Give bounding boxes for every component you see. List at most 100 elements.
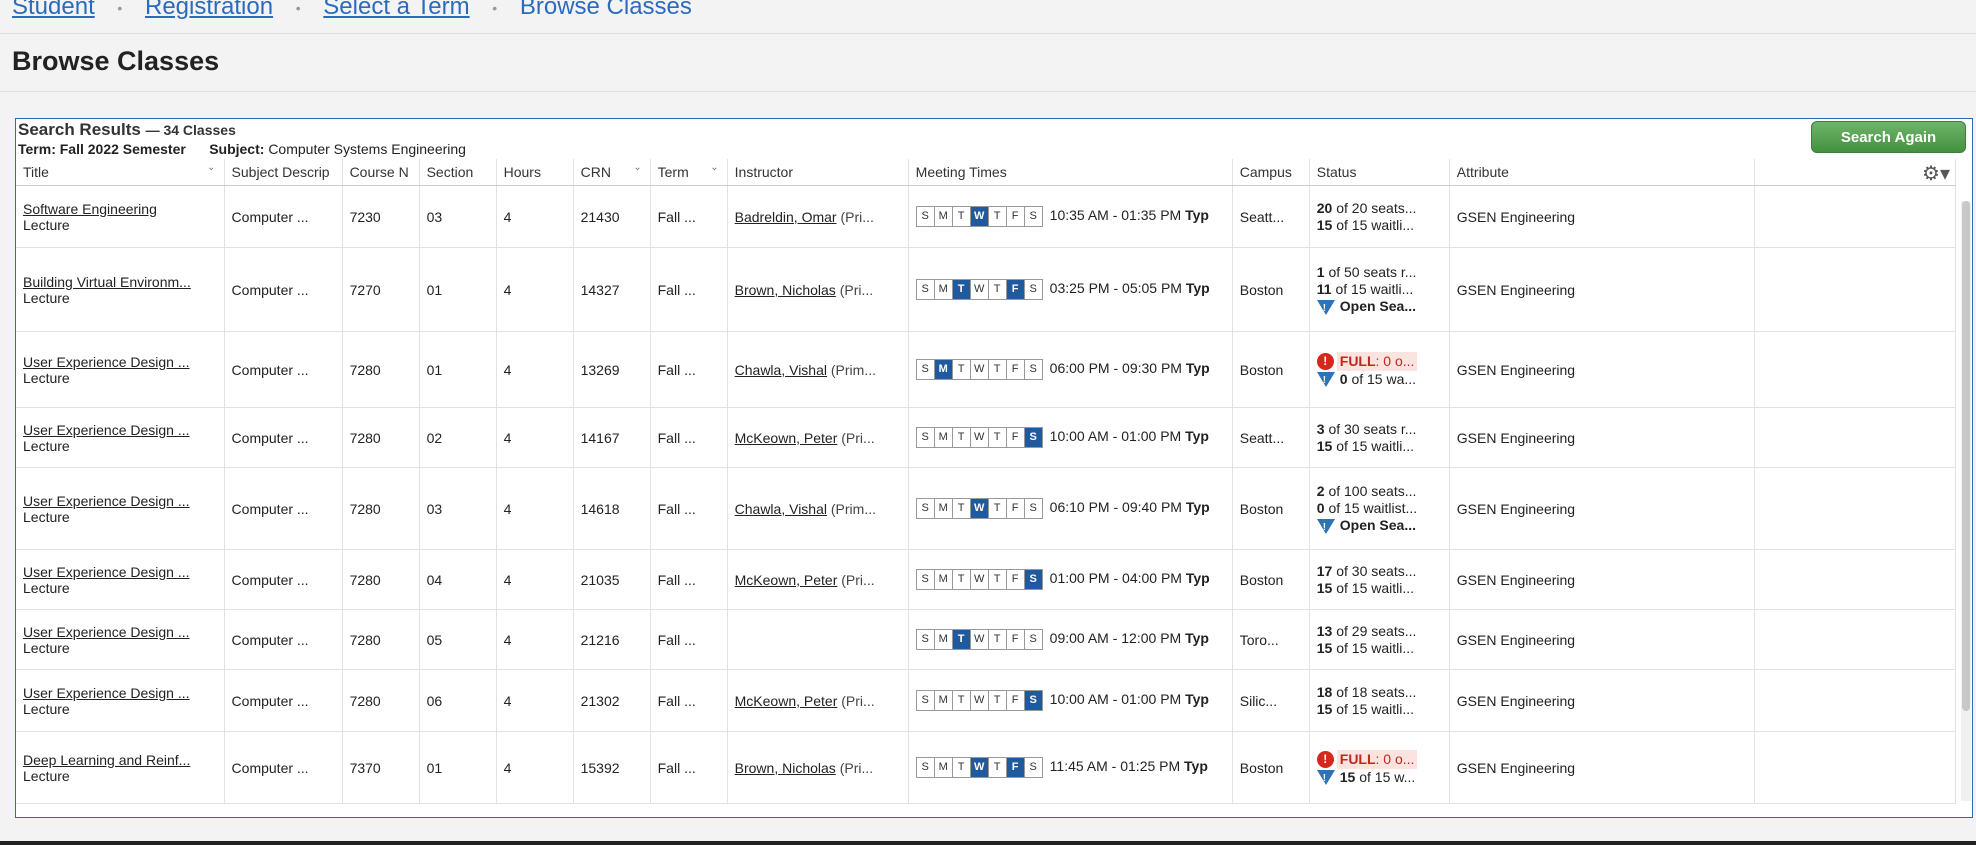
- cell-subject: Computer ...: [224, 609, 343, 670]
- cell-status: ! FULL: 0 o...! 0 of 15 wa...: [1309, 331, 1450, 408]
- day-0: S: [917, 691, 935, 710]
- day-3: W: [971, 280, 989, 299]
- column-header-crn[interactable]: CRN ⌄: [573, 159, 651, 186]
- meeting-days: SMTWTFS: [915, 427, 1043, 448]
- sort-icon[interactable]: ⌄: [633, 162, 641, 173]
- cell-crn: 14327: [573, 247, 651, 332]
- day-6: S: [1029, 283, 1037, 295]
- column-header-subject-descrip[interactable]: Subject Descrip: [224, 159, 343, 186]
- breadcrumb-registration[interactable]: Registration: [145, 0, 273, 20]
- column-header-term[interactable]: Term ⌄: [650, 159, 728, 186]
- cell-term: Fall ...: [650, 549, 728, 610]
- instructor-link[interactable]: Chawla, Vishal: [735, 501, 827, 517]
- cell-attribute: GSEN Engineering: [1449, 407, 1755, 468]
- scrollbar-thumb[interactable]: [1962, 201, 1970, 711]
- day-3: W: [971, 570, 989, 589]
- breadcrumb-separator: •: [117, 0, 123, 16]
- cell-subject: Computer ...: [224, 669, 343, 732]
- column-header-meeting-times[interactable]: Meeting Times: [908, 159, 1233, 186]
- schedule-type: Lecture: [23, 639, 70, 656]
- subject-label: Subject:: [209, 141, 265, 157]
- cell-attribute: GSEN Engineering: [1449, 185, 1755, 248]
- column-header-course-n[interactable]: Course N: [342, 159, 420, 186]
- cell-instructor: Badreldin, Omar (Pri...: [727, 185, 909, 248]
- instructor-role: (Pri...: [839, 759, 874, 776]
- cell-attribute: GSEN Engineering: [1449, 731, 1755, 804]
- instructor-link[interactable]: Brown, Nicholas: [735, 282, 836, 298]
- cell-section: 06: [419, 669, 497, 732]
- table-row: Deep Learning and Reinf... Lecture Comput…: [16, 731, 1957, 804]
- day-1: M: [935, 691, 953, 710]
- breadcrumb-student[interactable]: Student: [12, 0, 95, 20]
- day-4: T: [989, 499, 1007, 518]
- waitlist-icon: !: [1316, 372, 1335, 388]
- cell-attribute: GSEN Engineering: [1449, 549, 1755, 610]
- schedule-type: Lecture: [23, 216, 70, 233]
- day-3: W: [970, 758, 989, 777]
- column-header-status[interactable]: Status: [1309, 159, 1450, 186]
- cell-crn: 13269: [573, 331, 651, 408]
- meeting-days: SMTWTFS: [915, 206, 1043, 227]
- instructor-link[interactable]: Chawla, Vishal: [735, 362, 827, 378]
- course-title-link[interactable]: User Experience Design ...: [23, 564, 217, 580]
- breadcrumb: Student • Registration • Select a Term •…: [12, 0, 692, 29]
- cell-filler: [1754, 609, 1957, 670]
- course-title-link[interactable]: Software Engineering: [23, 201, 217, 217]
- status-waitlist: 0 of 15 waitlist...: [1316, 500, 1418, 516]
- day-2: T: [952, 630, 971, 649]
- day-3: W: [971, 360, 989, 379]
- status-seats: 2 of 100 seats...: [1316, 483, 1417, 499]
- instructor-link[interactable]: Brown, Nicholas: [735, 760, 836, 776]
- course-title-link[interactable]: User Experience Design ...: [23, 685, 217, 701]
- cell-campus: Boston: [1232, 467, 1310, 550]
- day-4: T: [989, 280, 1007, 299]
- search-again-button[interactable]: Search Again: [1811, 121, 1966, 153]
- cell-status: 1 of 50 seats r... 11 of 15 waitli...! Ope…: [1309, 247, 1450, 332]
- course-title-link[interactable]: User Experience Design ...: [23, 624, 217, 640]
- cell-campus: Seatt...: [1232, 185, 1310, 248]
- column-header-hours[interactable]: Hours: [496, 159, 574, 186]
- cell-instructor: Chawla, Vishal (Prim...: [727, 331, 909, 408]
- column-header-instructor[interactable]: Instructor: [727, 159, 909, 186]
- cell-campus: Boston: [1232, 549, 1310, 610]
- cell-filler: [1754, 185, 1957, 248]
- status-seats: 13 of 29 seats...: [1316, 622, 1417, 639]
- course-title-link[interactable]: User Experience Design ...: [23, 422, 217, 438]
- column-header-title[interactable]: Title ⌄: [16, 159, 225, 186]
- instructor-link[interactable]: McKeown, Peter: [735, 693, 838, 709]
- column-header-campus[interactable]: Campus: [1232, 159, 1310, 186]
- day-6: S: [1024, 570, 1042, 589]
- instructor-link[interactable]: McKeown, Peter: [735, 572, 838, 588]
- course-title-link[interactable]: User Experience Design ...: [23, 354, 217, 370]
- day-2: T: [952, 280, 971, 299]
- instructor-link[interactable]: Badreldin, Omar: [735, 209, 837, 225]
- day-1: M: [935, 428, 953, 447]
- status-seats: 20 of 20 seats...: [1316, 199, 1417, 216]
- course-title-link[interactable]: Deep Learning and Reinf...: [23, 752, 217, 768]
- day-3: W: [971, 691, 989, 710]
- meeting-time: 09:00 AM - 12:00 PM: [1049, 630, 1182, 647]
- vertical-scrollbar[interactable]: [1961, 201, 1971, 801]
- course-title-link[interactable]: Building Virtual Environm...: [23, 274, 217, 290]
- meeting-days: SMTWTFS: [915, 757, 1043, 778]
- cell-hours: 4: [496, 609, 574, 670]
- cell-course-number: 7280: [342, 549, 420, 610]
- column-header-attribute[interactable]: Attribute: [1449, 159, 1755, 186]
- meeting-time: 06:00 PM - 09:30 PM: [1049, 360, 1182, 377]
- day-6: S: [1029, 210, 1037, 222]
- instructor-link[interactable]: McKeown, Peter: [735, 430, 838, 446]
- meeting-days: SMTWTFS: [915, 690, 1043, 711]
- course-title-link[interactable]: User Experience Design ...: [23, 493, 217, 509]
- sort-icon[interactable]: ⌄: [207, 162, 215, 173]
- cell-subject: Computer ...: [224, 407, 343, 468]
- table-row: User Experience Design ... Lecture Comput…: [16, 669, 1957, 732]
- column-header-section[interactable]: Section: [419, 159, 497, 186]
- sort-icon[interactable]: ⌄: [710, 162, 718, 173]
- cell-instructor: [727, 609, 909, 670]
- cell-course-number: 7370: [342, 731, 420, 804]
- cell-section: 02: [419, 407, 497, 468]
- breadcrumb-select-term[interactable]: Select a Term: [323, 0, 469, 20]
- table-row: User Experience Design ... Lecture Comput…: [16, 609, 1957, 670]
- cell-instructor: Chawla, Vishal (Prim...: [727, 467, 909, 550]
- status-full: FULL: 0 o...: [1336, 749, 1418, 769]
